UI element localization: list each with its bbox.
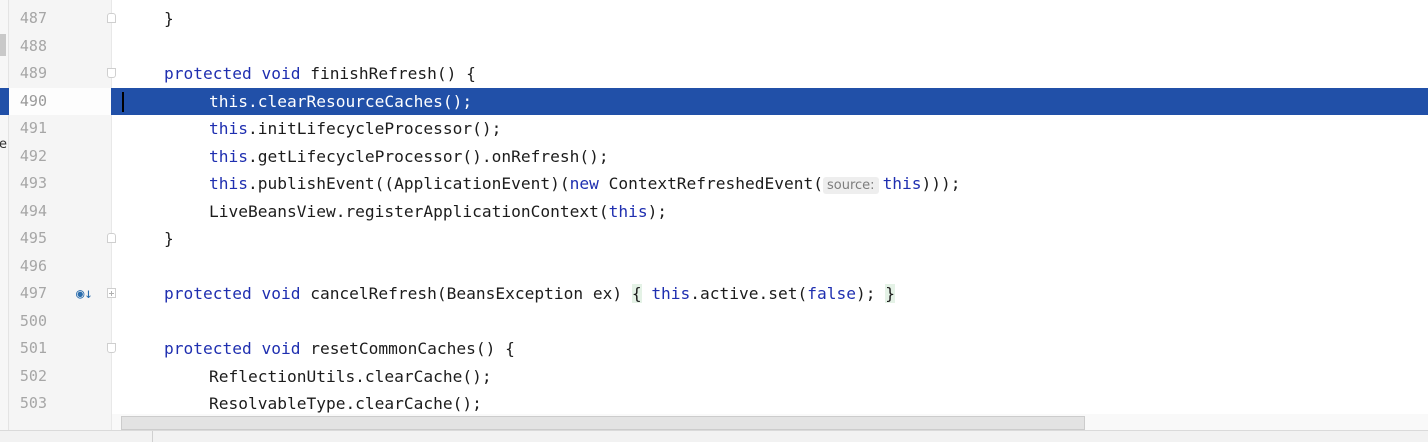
keyword-token: this bbox=[209, 146, 248, 166]
code-line[interactable]: 493 this.publishEvent((ApplicationEvent)(… bbox=[0, 170, 1428, 198]
code-text[interactable]: } bbox=[164, 225, 174, 253]
line-number[interactable]: 490 bbox=[9, 88, 47, 116]
fold-collapse-icon[interactable] bbox=[107, 68, 116, 78]
fold-collapse-icon[interactable] bbox=[107, 343, 116, 353]
code-line[interactable]: 490 this.clearResourceCaches(); bbox=[0, 87, 1428, 116]
keyword-token: this bbox=[608, 201, 648, 221]
line-number[interactable]: 495 bbox=[9, 225, 47, 253]
code-line[interactable]: 488 bbox=[0, 33, 1428, 61]
line-number[interactable]: 489 bbox=[9, 60, 47, 88]
line-number[interactable]: 494 bbox=[9, 198, 47, 226]
code-token: .initLifecycleProcessor(); bbox=[247, 119, 502, 138]
keyword-token: this bbox=[882, 174, 922, 193]
code-text[interactable]: this.publishEvent((ApplicationEvent)(new… bbox=[209, 170, 961, 200]
code-token: .clearResourceCaches(); bbox=[247, 91, 473, 111]
line-number[interactable]: 502 bbox=[9, 363, 47, 391]
code-line[interactable]: 501 protected void resetCommonCaches() { bbox=[0, 335, 1428, 363]
keyword-token: new bbox=[569, 174, 599, 193]
code-token: .active.set( bbox=[690, 284, 808, 303]
line-number[interactable]: 500 bbox=[9, 308, 47, 336]
keyword-token: this bbox=[209, 91, 248, 111]
code-token: ); bbox=[855, 284, 886, 303]
keyword-token: void bbox=[261, 339, 301, 358]
line-number[interactable]: 501 bbox=[9, 335, 47, 363]
code-token: } bbox=[164, 229, 174, 248]
matched-brace: } bbox=[885, 284, 895, 303]
code-text[interactable]: protected void cancelRefresh(BeansExcept… bbox=[164, 280, 895, 308]
fold-expand-icon[interactable] bbox=[107, 288, 116, 298]
fold-collapse-icon[interactable] bbox=[107, 13, 116, 23]
keyword-token: void bbox=[261, 64, 301, 83]
keyword-token: void bbox=[261, 284, 301, 303]
code-token: .publishEvent((ApplicationEvent)( bbox=[247, 174, 570, 193]
code-line[interactable]: 489 protected void finishRefresh() { bbox=[0, 60, 1428, 88]
keyword-token: this bbox=[651, 284, 691, 303]
code-line[interactable]: 487} bbox=[0, 5, 1428, 33]
line-number[interactable]: 491 bbox=[9, 115, 47, 143]
line-number[interactable]: 496 bbox=[9, 253, 47, 281]
text-caret bbox=[122, 91, 124, 112]
code-token: resetCommonCaches() { bbox=[300, 339, 515, 358]
status-separator bbox=[152, 431, 153, 442]
line-number[interactable]: 497 bbox=[9, 280, 47, 308]
code-token: ResolvableType.clearCache(); bbox=[209, 394, 482, 413]
line-number[interactable]: 493 bbox=[9, 170, 47, 198]
code-token: ))); bbox=[921, 174, 961, 193]
code-token: LiveBeansView.registerApplicationContext… bbox=[209, 201, 609, 221]
fold-collapse-icon[interactable] bbox=[107, 233, 116, 243]
line-number[interactable]: 492 bbox=[9, 143, 47, 171]
code-line[interactable]: 495} bbox=[0, 225, 1428, 253]
line-number[interactable]: 488 bbox=[9, 33, 47, 61]
code-line[interactable]: 491 this.initLifecycleProcessor(); bbox=[0, 115, 1428, 143]
code-text[interactable]: ReflectionUtils.clearCache(); bbox=[209, 363, 492, 391]
override-method-icon[interactable]: ◉↓ bbox=[76, 285, 94, 303]
keyword-token: this bbox=[209, 119, 248, 138]
code-token: finishRefresh() { bbox=[300, 64, 476, 83]
code-text[interactable]: protected void resetCommonCaches() { bbox=[164, 335, 515, 363]
code-token: ); bbox=[647, 201, 668, 221]
keyword-token: protected bbox=[164, 284, 252, 303]
keyword-token: false bbox=[807, 284, 856, 303]
code-text[interactable]: this.clearResourceCaches(); bbox=[209, 88, 472, 116]
code-text[interactable]: LiveBeansView.registerApplicationContext… bbox=[209, 198, 667, 226]
code-token: ContextRefreshedEvent( bbox=[598, 174, 823, 193]
code-line[interactable]: 502 ReflectionUtils.clearCache(); bbox=[0, 363, 1428, 391]
keyword-token: protected bbox=[164, 339, 252, 358]
code-text[interactable]: } bbox=[164, 5, 174, 33]
code-token: cancelRefresh(BeansException ex) bbox=[300, 284, 632, 303]
code-text[interactable]: this.getLifecycleProcessor().onRefresh()… bbox=[209, 143, 609, 171]
code-token: } bbox=[164, 9, 174, 28]
keyword-token: protected bbox=[164, 64, 252, 83]
line-number[interactable]: 503 bbox=[9, 390, 47, 418]
code-text[interactable]: protected void finishRefresh() { bbox=[164, 60, 476, 88]
code-line[interactable]: 500 bbox=[0, 308, 1428, 336]
keyword-token: this bbox=[209, 174, 248, 193]
line-number[interactable]: 487 bbox=[9, 5, 47, 33]
status-bar bbox=[0, 430, 1428, 442]
code-text[interactable]: this.initLifecycleProcessor(); bbox=[209, 115, 501, 143]
code-line[interactable]: 497 ◉↓ protected void cancelRefresh(BeansE… bbox=[0, 280, 1428, 308]
code-line[interactable]: 494 LiveBeansView.registerApplicationCont… bbox=[0, 198, 1428, 226]
code-token: .getLifecycleProcessor().onRefresh(); bbox=[247, 146, 609, 166]
code-line[interactable]: 492 this.getLifecycleProcessor().onRefres… bbox=[0, 143, 1428, 171]
code-token: ReflectionUtils.clearCache(); bbox=[209, 366, 492, 386]
code-line[interactable]: 496 bbox=[0, 253, 1428, 281]
horizontal-scrollbar-thumb[interactable] bbox=[121, 416, 1085, 430]
parameter-hint: source: bbox=[823, 177, 879, 194]
matched-brace: { bbox=[631, 284, 642, 303]
